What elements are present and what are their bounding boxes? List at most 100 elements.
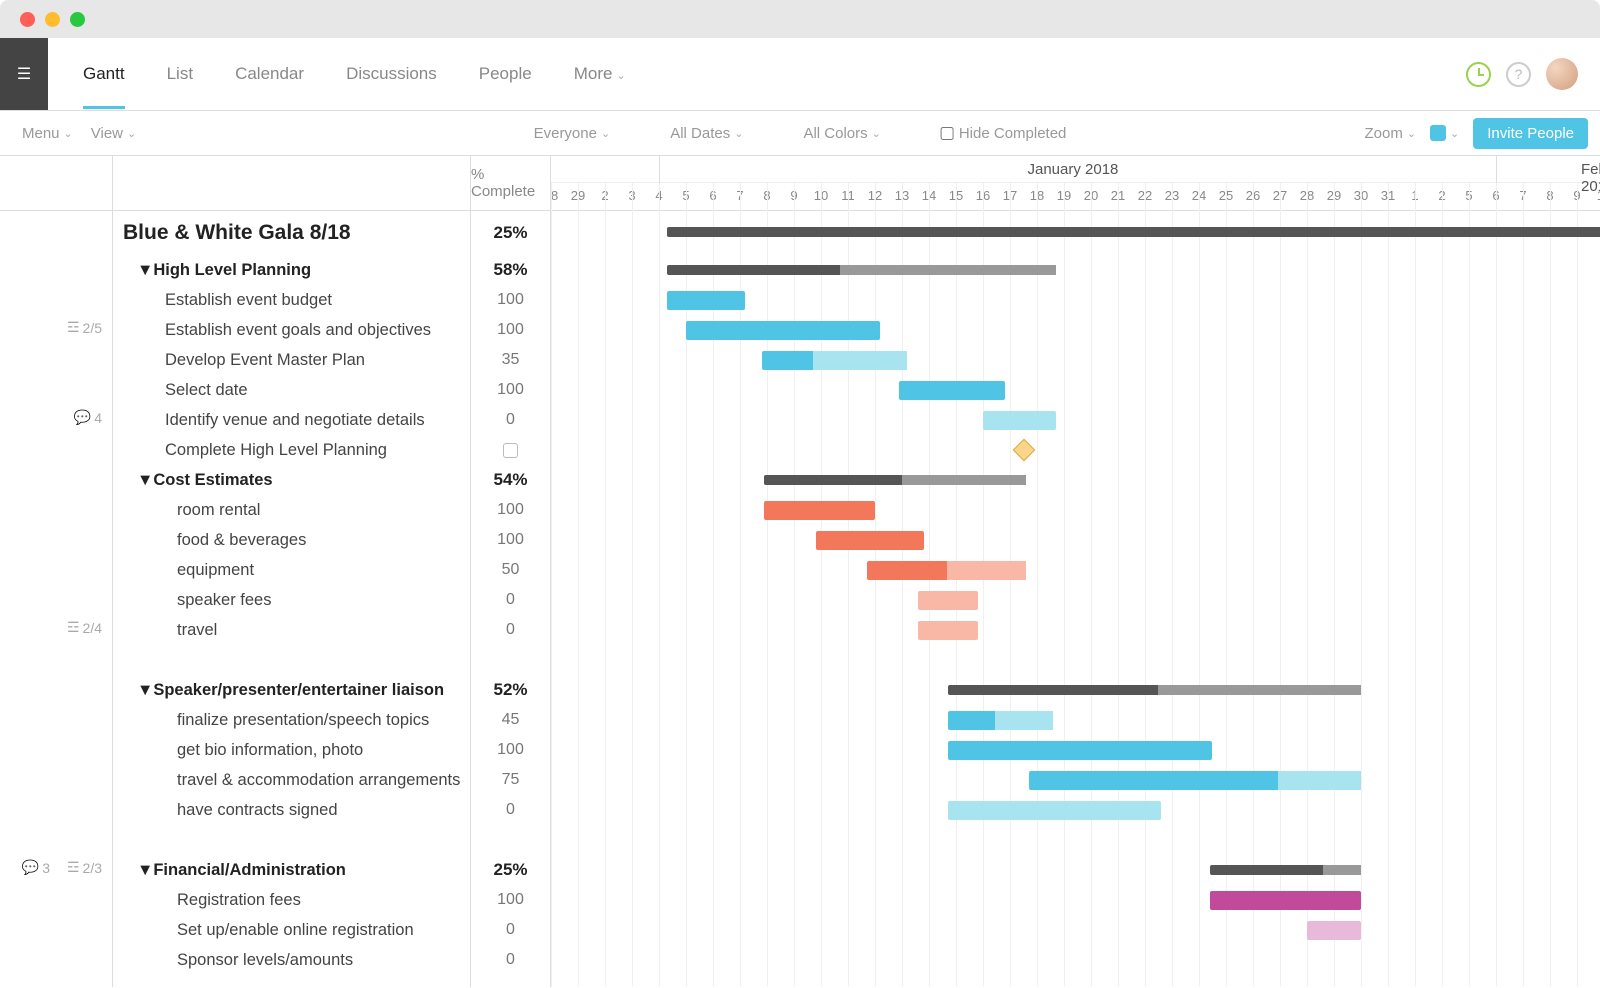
color-dropdown[interactable]: ⌄ (1430, 125, 1459, 141)
gantt-bar[interactable] (948, 711, 1053, 730)
task-pct: 45 (471, 705, 550, 735)
task-name[interactable]: Set up/enable online registration (113, 915, 470, 945)
collapse-icon[interactable]: ▼ (137, 861, 153, 880)
chevron-down-icon: ⌄ (734, 127, 743, 140)
close-window-button[interactable] (20, 12, 35, 27)
gantt-bar[interactable] (899, 381, 1004, 400)
gantt-bar[interactable] (1210, 891, 1361, 910)
checkbox-icon[interactable] (503, 443, 518, 458)
project-summary-bar[interactable] (667, 227, 1600, 237)
gantt-bar[interactable] (983, 411, 1056, 430)
group-header[interactable]: ▼High Level Planning (113, 255, 470, 285)
zoom-dropdown[interactable]: Zoom⌄ (1364, 125, 1416, 142)
gantt-bar[interactable] (762, 351, 908, 370)
help-icon[interactable]: ? (1506, 62, 1531, 87)
task-column: Blue & White Gala 8/18▼High Level Planni… (113, 156, 471, 987)
task-name[interactable]: Complete High Level Planning (113, 435, 470, 465)
invite-people-button[interactable]: Invite People (1473, 118, 1588, 149)
group-header[interactable]: ▼Speaker/presenter/entertainer liaison (113, 675, 470, 705)
group-summary-bar[interactable] (948, 685, 1361, 695)
timeline[interactable]: January 2018February 2018 28292345678910… (551, 156, 1600, 987)
nav-tab-discussions[interactable]: Discussions (346, 40, 437, 108)
task-name[interactable]: get bio information, photo (113, 735, 470, 765)
collapse-icon[interactable]: ▼ (137, 261, 153, 280)
hide-completed-toggle[interactable]: Hide Completed (941, 125, 1067, 142)
gantt-bar[interactable] (764, 501, 875, 520)
checklist-badge[interactable]: ☲2/5 (67, 319, 102, 336)
maximize-window-button[interactable] (70, 12, 85, 27)
group-header[interactable]: ▼Financial/Administration (113, 855, 470, 885)
task-name[interactable]: Establish event goals and objectives (113, 315, 470, 345)
colors-filter[interactable]: All Colors⌄ (803, 125, 880, 142)
group-summary-bar[interactable] (1210, 865, 1361, 875)
task-name[interactable]: food & beverages (113, 525, 470, 555)
gantt-bar[interactable] (1029, 771, 1361, 790)
task-pct: 100 (471, 285, 550, 315)
checklist-badge[interactable]: ☲2/3 (67, 859, 102, 876)
chevron-down-icon: ⌄ (1407, 127, 1416, 140)
gantt-bar[interactable] (686, 321, 880, 340)
collapse-icon[interactable]: ▼ (137, 681, 153, 700)
task-name[interactable]: travel & accommodation arrangements (113, 765, 470, 795)
nav-tab-more[interactable]: More⌄ (574, 40, 626, 108)
task-name[interactable]: speaker fees (113, 585, 470, 615)
gantt-bar[interactable] (816, 531, 924, 550)
pct-column: % Complete 25%58%10010035100054%10010050… (471, 156, 551, 987)
group-header[interactable]: ▼Cost Estimates (113, 465, 470, 495)
comment-badge[interactable]: 💬3 (22, 859, 50, 876)
task-name[interactable]: Registration fees (113, 885, 470, 915)
gantt-bar[interactable] (918, 621, 977, 640)
timeline-month-label: January 2018 (1028, 161, 1119, 178)
window-titlebar (0, 0, 1600, 38)
everyone-filter[interactable]: Everyone⌄ (534, 125, 611, 142)
task-name[interactable]: Develop Event Master Plan (113, 345, 470, 375)
gantt-bar[interactable] (948, 801, 1161, 820)
view-dropdown[interactable]: View⌄ (91, 125, 136, 142)
milestone-diamond[interactable] (1012, 439, 1035, 462)
task-pct: 0 (471, 795, 550, 825)
task-name[interactable]: Identify venue and negotiate details (113, 405, 470, 435)
group-pct: 54% (471, 465, 550, 495)
task-name[interactable]: travel (113, 615, 470, 645)
task-name[interactable]: have contracts signed (113, 795, 470, 825)
gantt-bar[interactable] (667, 291, 745, 310)
task-pct: 100 (471, 315, 550, 345)
color-swatch-icon (1430, 125, 1446, 141)
gantt-bar[interactable] (1307, 921, 1361, 940)
group-summary-bar[interactable] (667, 265, 1056, 275)
hide-completed-checkbox[interactable] (941, 127, 954, 140)
checklist-badge[interactable]: ☲2/4 (67, 619, 102, 636)
task-pct: 100 (471, 375, 550, 405)
task-name[interactable]: equipment (113, 555, 470, 585)
project-title[interactable]: Blue & White Gala 8/18 (113, 211, 470, 255)
group-pct: 52% (471, 675, 550, 705)
clock-icon[interactable] (1466, 62, 1491, 87)
hamburger-menu-button[interactable]: ☰ (0, 38, 48, 110)
nav-tab-list[interactable]: List (167, 40, 193, 108)
minimize-window-button[interactable] (45, 12, 60, 27)
task-pct: 0 (471, 585, 550, 615)
comment-badge[interactable]: 💬4 (74, 409, 102, 426)
task-pct: 100 (471, 885, 550, 915)
gantt-bar[interactable] (948, 741, 1213, 760)
nav-tab-calendar[interactable]: Calendar (235, 40, 304, 108)
task-name[interactable]: Select date (113, 375, 470, 405)
collapse-icon[interactable]: ▼ (137, 471, 153, 490)
gantt-bar[interactable] (867, 561, 1026, 580)
task-name[interactable]: room rental (113, 495, 470, 525)
task-name[interactable]: finalize presentation/speech topics (113, 705, 470, 735)
task-pct: 50 (471, 555, 550, 585)
dates-filter[interactable]: All Dates⌄ (670, 125, 743, 142)
avatar[interactable] (1546, 58, 1578, 90)
group-summary-bar[interactable] (764, 475, 1026, 485)
task-pct: 100 (471, 525, 550, 555)
gantt-bar[interactable] (918, 591, 977, 610)
task-pct: 0 (471, 615, 550, 645)
task-name[interactable]: Establish event budget (113, 285, 470, 315)
nav-tab-gantt[interactable]: Gantt (83, 40, 125, 108)
menu-dropdown[interactable]: Menu⌄ (22, 125, 73, 142)
nav-tab-people[interactable]: People (479, 40, 532, 108)
task-name[interactable]: Sponsor levels/amounts (113, 945, 470, 975)
task-pct: 0 (471, 405, 550, 435)
chevron-down-icon: ⌄ (64, 127, 73, 140)
